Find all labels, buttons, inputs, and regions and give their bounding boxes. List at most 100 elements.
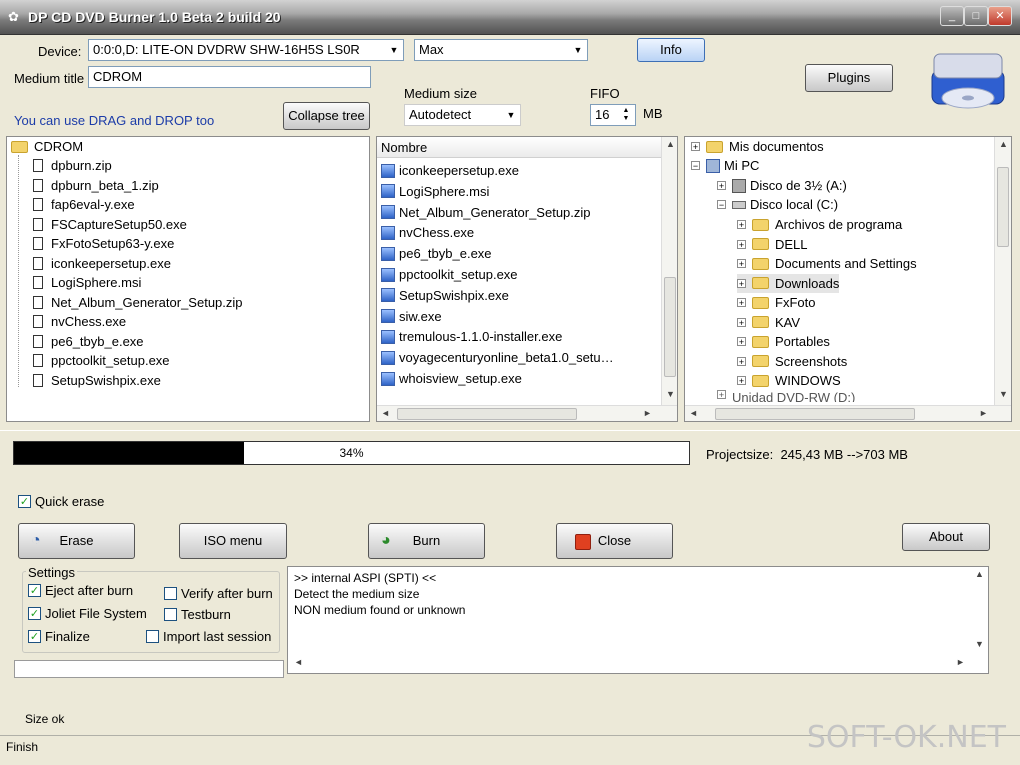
scroll-up-icon[interactable]: ▲ <box>995 139 1011 149</box>
log-hscroll[interactable]: ◄ ► <box>288 655 988 672</box>
expand-icon[interactable]: + <box>737 317 746 327</box>
expand-icon[interactable]: + <box>737 376 746 386</box>
scroll-right-icon[interactable]: ► <box>975 408 992 418</box>
erase-button[interactable]: ◔ Erase <box>18 523 135 559</box>
window-close-button[interactable]: ✕ <box>988 6 1012 26</box>
list-item[interactable]: nvChess.exe <box>381 223 474 242</box>
scroll-down-icon[interactable]: ▼ <box>995 389 1011 399</box>
tree-item[interactable]: nvChess.exe <box>33 312 126 331</box>
tree-item-folder[interactable]: + WINDOWS <box>737 371 841 390</box>
list-item[interactable]: LogiSphere.msi <box>381 182 489 201</box>
tree-item-folder[interactable]: + Documents and Settings <box>737 254 917 273</box>
maximize-button[interactable]: □ <box>964 6 988 26</box>
tree-item-mydocs[interactable]: + Mis documentos <box>691 137 824 156</box>
tree-item-folder[interactable]: + DELL <box>737 235 808 254</box>
device-select[interactable]: 0:0:0,D: LITE-ON DVDRW SHW-16H5S LS0R ▼ <box>88 39 404 61</box>
project-tree[interactable]: CDROM dpburn.zip dpburn_beta_1.zip fap6eva… <box>6 136 370 422</box>
tree-item-folder[interactable]: + Screenshots <box>737 352 847 371</box>
tree-item[interactable]: dpburn_beta_1.zip <box>33 176 159 195</box>
tree-item[interactable]: FxFotoSetup63-y.exe <box>33 234 174 253</box>
tree-item[interactable]: Net_Album_Generator_Setup.zip <box>33 293 243 312</box>
tree-item[interactable]: LogiSphere.msi <box>33 273 141 292</box>
scroll-thumb[interactable] <box>397 408 577 420</box>
iso-menu-button[interactable]: ISO menu <box>179 523 287 559</box>
fifo-input[interactable]: 16 ▲ ▼ <box>590 104 636 126</box>
medium-size-select[interactable]: Autodetect ▼ <box>404 104 521 126</box>
tree-item[interactable]: dpburn.zip <box>33 156 112 175</box>
list-item[interactable]: ppctoolkit_setup.exe <box>381 265 518 284</box>
list-item[interactable]: Net_Album_Generator_Setup.zip <box>381 203 591 222</box>
scroll-down-icon[interactable]: ▼ <box>662 389 677 399</box>
burn-button[interactable]: ◕ Burn <box>368 523 485 559</box>
tree-item-folder[interactable]: + Portables <box>737 332 830 351</box>
finalize-checkbox[interactable]: ✓ Finalize <box>28 629 90 644</box>
expand-icon[interactable]: + <box>737 337 746 347</box>
tree-item-folder[interactable]: + Archivos de programa <box>737 215 902 234</box>
tree-item[interactable]: iconkeepersetup.exe <box>33 254 171 273</box>
tree-item[interactable]: fap6eval-y.exe <box>33 195 135 214</box>
collapse-icon[interactable]: − <box>691 161 700 171</box>
tree-item[interactable]: pe6_tbyb_e.exe <box>33 332 144 351</box>
scroll-thumb[interactable] <box>664 277 676 377</box>
tree-root[interactable]: CDROM <box>11 137 83 156</box>
list-item[interactable]: siw.exe <box>381 307 442 326</box>
explorer-vscroll[interactable]: ▲ ▼ <box>994 137 1011 405</box>
scroll-up-icon[interactable]: ▲ <box>971 569 988 579</box>
collapse-tree-button[interactable]: Collapse tree <box>283 102 370 130</box>
list-item[interactable]: whoisview_setup.exe <box>381 369 522 388</box>
list-item[interactable]: voyagecenturyonline_beta1.0_setu… <box>381 348 614 367</box>
info-button[interactable]: Info <box>637 38 705 62</box>
expand-icon[interactable]: + <box>737 259 746 269</box>
expand-icon[interactable]: + <box>737 298 746 308</box>
scroll-right-icon[interactable]: ► <box>952 657 969 667</box>
expand-icon[interactable]: + <box>737 239 746 249</box>
close-button[interactable]: Close <box>556 523 673 559</box>
plugins-button[interactable]: Plugins <box>805 64 893 92</box>
explorer-hscroll[interactable]: ◄ ► <box>685 405 1011 421</box>
file-list-vscroll[interactable]: ▲ ▼ <box>661 137 677 405</box>
explorer-tree[interactable]: + Mis documentos − Mi PC + Disco de 3½ (A:)… <box>684 136 1012 422</box>
list-item[interactable]: SetupSwishpix.exe <box>381 286 509 305</box>
joliet-checkbox[interactable]: ✓ Joliet File System <box>28 606 147 621</box>
tree-item[interactable]: FSCaptureSetup50.exe <box>33 215 187 234</box>
list-item[interactable]: tremulous-1.1.0-installer.exe <box>381 327 562 346</box>
scroll-right-icon[interactable]: ► <box>639 408 656 418</box>
quick-erase-checkbox[interactable]: ✓ Quick erase <box>18 494 104 509</box>
expand-icon[interactable]: + <box>717 181 726 191</box>
medium-title-input[interactable]: CDROM <box>88 66 371 88</box>
scroll-left-icon[interactable]: ◄ <box>685 408 702 418</box>
about-button[interactable]: About <box>902 523 990 551</box>
list-item[interactable]: iconkeepersetup.exe <box>381 161 519 180</box>
tree-item-floppy[interactable]: + Disco de 3½ (A:) <box>717 176 847 195</box>
tree-item[interactable]: SetupSwishpix.exe <box>33 371 161 390</box>
expand-icon[interactable]: + <box>691 142 700 152</box>
tree-item-mypc[interactable]: − Mi PC <box>691 156 759 175</box>
testburn-checkbox[interactable]: Testburn <box>164 607 231 622</box>
file-list-hscroll[interactable]: ◄ ► <box>377 405 677 421</box>
expand-icon[interactable]: + <box>737 220 746 230</box>
scroll-left-icon[interactable]: ◄ <box>377 408 394 418</box>
collapse-icon[interactable]: − <box>717 200 726 210</box>
scroll-thumb[interactable] <box>997 167 1009 247</box>
tree-item-folder[interactable]: + Downloads <box>737 273 840 293</box>
scroll-down-icon[interactable]: ▼ <box>971 639 988 649</box>
file-list[interactable]: Nombre iconkeepersetup.exe LogiSphere.msi… <box>376 136 678 422</box>
list-item[interactable]: pe6_tbyb_e.exe <box>381 244 492 263</box>
tree-item[interactable]: ppctoolkit_setup.exe <box>33 351 170 370</box>
import-session-checkbox[interactable]: Import last session <box>146 629 271 644</box>
tree-item-folder[interactable]: + FxFoto <box>737 293 815 312</box>
column-header-name[interactable]: Nombre <box>377 137 661 158</box>
tree-item-dvd[interactable]: + Unidad DVD-RW (D:) <box>717 390 855 402</box>
log-vscroll[interactable]: ▲ ▼ <box>971 567 988 655</box>
scroll-thumb[interactable] <box>715 408 915 420</box>
scroll-left-icon[interactable]: ◄ <box>290 657 307 667</box>
tree-item-local-disk[interactable]: − Disco local (C:) <box>717 195 838 214</box>
speed-select[interactable]: Max ▼ <box>414 39 588 61</box>
expand-icon[interactable]: + <box>717 390 726 400</box>
eject-checkbox[interactable]: ✓ Eject after burn <box>28 583 133 598</box>
expand-icon[interactable]: + <box>737 356 746 366</box>
spinner-icon[interactable]: ▲ ▼ <box>619 107 633 123</box>
verify-checkbox[interactable]: Verify after burn <box>164 586 273 601</box>
tree-item-folder[interactable]: + KAV <box>737 313 800 332</box>
log-panel[interactable]: >> internal ASPI (SPTI) << Detect the me… <box>287 566 989 674</box>
